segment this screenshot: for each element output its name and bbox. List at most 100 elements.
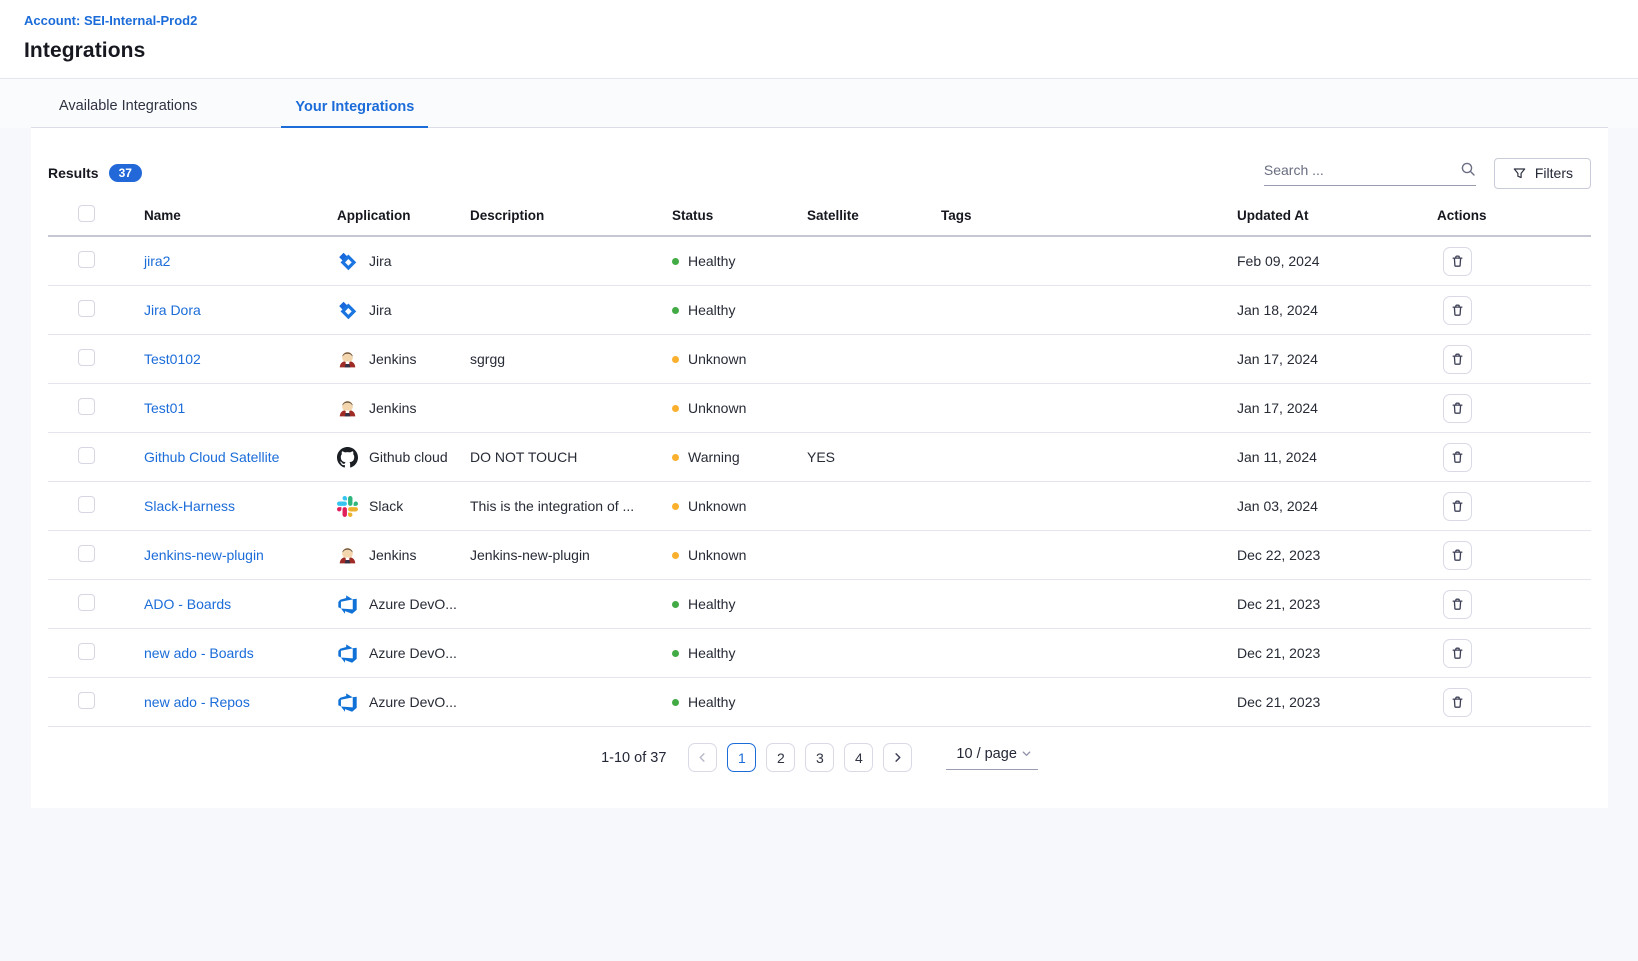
row-checkbox[interactable]: [78, 349, 95, 366]
status-cell: Unknown: [672, 400, 807, 416]
page-button-3[interactable]: 3: [805, 743, 834, 772]
status-label: Healthy: [688, 596, 735, 612]
status-label: Warning: [688, 449, 740, 465]
application-label: Jira: [369, 302, 392, 318]
integration-name-link[interactable]: new ado - Repos: [144, 694, 250, 710]
trash-icon: [1450, 695, 1465, 710]
column-header-description: Description: [470, 208, 672, 223]
page-size-label: 10 / page: [956, 746, 1016, 762]
updated-at: Jan 11, 2024: [1237, 449, 1437, 465]
description-text: DO NOT TOUCH: [470, 449, 672, 465]
delete-button[interactable]: [1443, 639, 1472, 668]
filters-button[interactable]: Filters: [1494, 158, 1591, 189]
content-card: Results 37 Filters: [31, 128, 1608, 808]
trash-icon: [1450, 597, 1465, 612]
row-checkbox[interactable]: [78, 594, 95, 611]
delete-button[interactable]: [1443, 492, 1472, 521]
delete-button[interactable]: [1443, 688, 1472, 717]
status-dot: [672, 307, 679, 314]
github-icon: [337, 447, 358, 468]
table-row: Github Cloud Satellite Github cloud DO N…: [48, 433, 1591, 482]
chevron-left-icon: [697, 752, 708, 763]
row-checkbox[interactable]: [78, 496, 95, 513]
delete-button[interactable]: [1443, 247, 1472, 276]
filters-label: Filters: [1535, 165, 1573, 181]
row-checkbox[interactable]: [78, 545, 95, 562]
integrations-table: NameApplicationDescriptionStatusSatellit…: [48, 195, 1591, 727]
description-text: This is the integration of ...: [470, 498, 672, 514]
delete-button[interactable]: [1443, 443, 1472, 472]
status-dot: [672, 552, 679, 559]
search-input[interactable]: [1264, 162, 1460, 178]
integration-name-link[interactable]: Test0102: [144, 351, 201, 367]
status-dot: [672, 356, 679, 363]
status-cell: Healthy: [672, 253, 807, 269]
trash-icon: [1450, 401, 1465, 416]
page-size-select[interactable]: 10 / page: [946, 746, 1037, 770]
column-header-status: Status: [672, 208, 807, 223]
page-header: Account: SEI-Internal-Prod2 Integrations: [0, 0, 1638, 79]
table-row: new ado - Boards Azure DevO... Healthy D…: [48, 629, 1591, 678]
row-checkbox[interactable]: [78, 447, 95, 464]
row-checkbox[interactable]: [78, 398, 95, 415]
integration-name-link[interactable]: Jenkins-new-plugin: [144, 547, 264, 563]
updated-at: Dec 21, 2023: [1237, 694, 1437, 710]
delete-button[interactable]: [1443, 541, 1472, 570]
jenkins-icon: [337, 398, 358, 419]
tab-bar: Available Integrations Your Integrations: [0, 79, 1638, 128]
integration-name-link[interactable]: ADO - Boards: [144, 596, 231, 612]
status-label: Healthy: [688, 645, 735, 661]
integration-name-link[interactable]: jira2: [144, 253, 170, 269]
status-dot: [672, 503, 679, 510]
column-header-name: Name: [144, 208, 337, 223]
application-label: Jenkins: [369, 547, 416, 563]
chevron-down-icon: [1021, 748, 1032, 759]
row-checkbox[interactable]: [78, 643, 95, 660]
page-button-2[interactable]: 2: [766, 743, 795, 772]
status-cell: Warning: [672, 449, 807, 465]
delete-button[interactable]: [1443, 394, 1472, 423]
delete-button[interactable]: [1443, 345, 1472, 374]
jira-icon: [337, 251, 358, 272]
application-label: Jira: [369, 253, 392, 269]
integration-name-link[interactable]: Test01: [144, 400, 185, 416]
status-cell: Healthy: [672, 596, 807, 612]
updated-at: Jan 03, 2024: [1237, 498, 1437, 514]
page-title: Integrations: [24, 39, 1638, 63]
prev-page-button[interactable]: [688, 743, 717, 772]
status-dot: [672, 699, 679, 706]
delete-button[interactable]: [1443, 296, 1472, 325]
next-page-button[interactable]: [883, 743, 912, 772]
row-checkbox[interactable]: [78, 692, 95, 709]
application-label: Github cloud: [369, 449, 448, 465]
column-header-satellite: Satellite: [807, 208, 941, 223]
page-button-4[interactable]: 4: [844, 743, 873, 772]
table-row: Jenkins-new-plugin Jenkins Jenkins-new-p…: [48, 531, 1591, 580]
integration-name-link[interactable]: Jira Dora: [144, 302, 201, 318]
chevron-right-icon: [892, 752, 903, 763]
trash-icon: [1450, 499, 1465, 514]
results-label: Results: [48, 165, 99, 181]
delete-button[interactable]: [1443, 590, 1472, 619]
row-checkbox[interactable]: [78, 251, 95, 268]
status-dot: [672, 601, 679, 608]
integration-name-link[interactable]: Github Cloud Satellite: [144, 449, 279, 465]
integration-name-link[interactable]: Slack-Harness: [144, 498, 235, 514]
select-all-checkbox[interactable]: [78, 205, 95, 222]
tab-available-integrations[interactable]: Available Integrations: [45, 98, 211, 128]
account-link[interactable]: Account: SEI-Internal-Prod2: [24, 13, 197, 28]
pagination-range: 1-10 of 37: [601, 750, 666, 766]
updated-at: Dec 22, 2023: [1237, 547, 1437, 563]
status-cell: Unknown: [672, 547, 807, 563]
row-checkbox[interactable]: [78, 300, 95, 317]
updated-at: Jan 18, 2024: [1237, 302, 1437, 318]
page-button-1[interactable]: 1: [727, 743, 756, 772]
application-label: Azure DevO...: [369, 645, 457, 661]
tab-your-integrations[interactable]: Your Integrations: [281, 99, 428, 129]
jenkins-icon: [337, 349, 358, 370]
integration-name-link[interactable]: new ado - Boards: [144, 645, 254, 661]
status-dot: [672, 650, 679, 657]
application-label: Azure DevO...: [369, 694, 457, 710]
trash-icon: [1450, 303, 1465, 318]
status-label: Healthy: [688, 694, 735, 710]
